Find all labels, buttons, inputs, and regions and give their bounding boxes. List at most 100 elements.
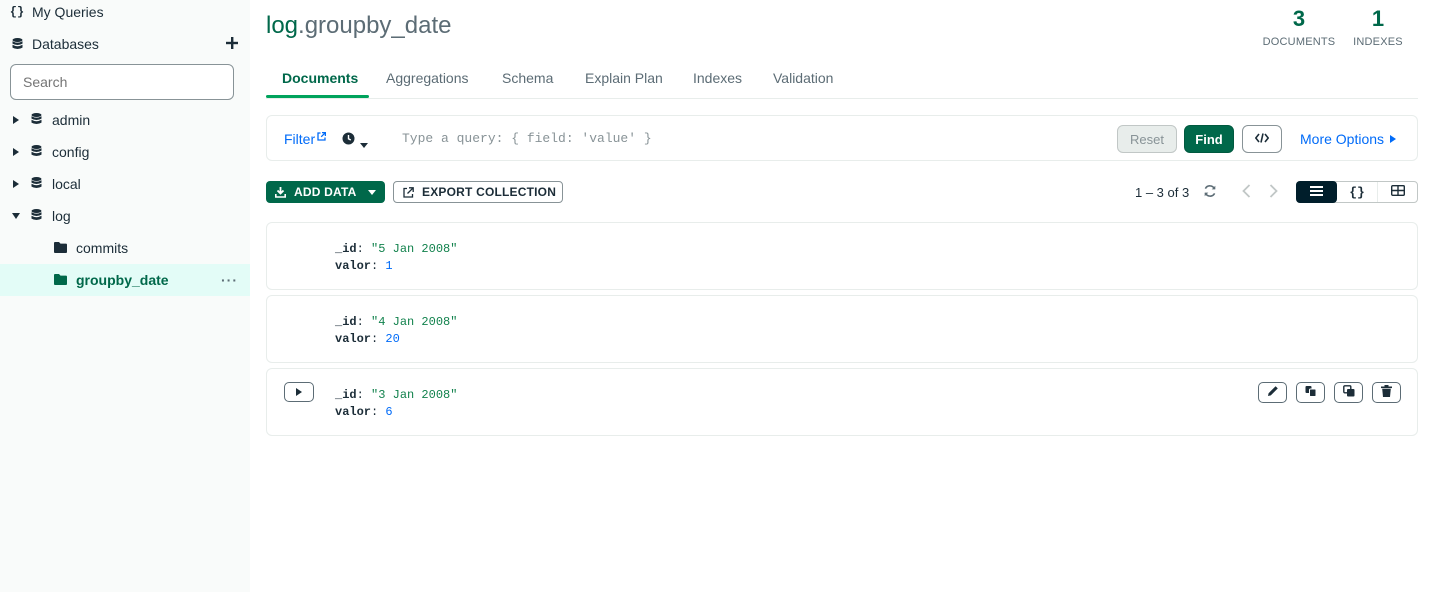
databases-header[interactable]: Databases <box>0 28 250 60</box>
document-actions <box>1258 382 1401 403</box>
code-view-button[interactable] <box>1242 125 1282 153</box>
document-id-value: "5 Jan 2008" <box>371 242 458 256</box>
refresh-icon[interactable] <box>1203 184 1217 203</box>
braces-icon: {} <box>1349 184 1365 200</box>
sidebar-item-local[interactable]: local <box>0 168 250 200</box>
sidebar-item-config[interactable]: config <box>0 136 250 168</box>
find-button[interactable]: Find <box>1184 125 1234 153</box>
pencil-icon <box>1267 384 1279 402</box>
folder-icon <box>54 240 67 256</box>
document-valor-value: 20 <box>385 332 400 346</box>
clone-document-button[interactable] <box>1334 382 1363 403</box>
external-link-icon[interactable] <box>317 128 327 146</box>
indexes-stat: 1 INDEXES <box>1352 6 1404 48</box>
tab-documents[interactable]: Documents <box>282 70 358 86</box>
add-data-label: ADD DATA <box>294 185 357 199</box>
document-field-id: _id: "5 Jan 2008" <box>335 242 458 256</box>
document-id-value: "4 Jan 2008" <box>371 315 458 329</box>
chevron-right-icon[interactable] <box>1269 184 1278 203</box>
copy-document-button[interactable] <box>1296 382 1325 403</box>
table-view-button[interactable] <box>1378 182 1418 202</box>
tab-explain-plan[interactable]: Explain Plan <box>585 70 663 86</box>
document-card[interactable]: _id: "5 Jan 2008" valor: 1 <box>266 222 1418 290</box>
caret-right-icon[interactable] <box>12 148 20 156</box>
tab-aggregations[interactable]: Aggregations <box>386 70 469 86</box>
history-clock-icon[interactable] <box>342 132 355 150</box>
filter-link[interactable]: Filter <box>284 131 315 147</box>
sidebar-item-log[interactable]: log <box>0 200 250 232</box>
my-queries-label: My Queries <box>32 4 104 20</box>
caret-down-icon <box>368 189 377 195</box>
export-icon <box>403 186 414 198</box>
more-actions-icon[interactable]: ··· <box>221 272 238 288</box>
download-icon <box>275 186 286 198</box>
caret-right-icon <box>1390 135 1397 143</box>
collection-tabs: Documents Aggregations Schema Explain Pl… <box>266 60 1418 99</box>
copy-icon <box>1305 384 1317 402</box>
documents-toolbar: ADD DATA EXPORT COLLECTION 1 – 3 of 3 {} <box>266 181 1418 203</box>
list-view-button[interactable] <box>1296 181 1337 203</box>
database-icon <box>31 176 42 192</box>
documents-caption: DOCUMENTS <box>1262 36 1336 48</box>
sidebar-item-label: groupby_date <box>76 272 169 288</box>
reset-button[interactable]: Reset <box>1117 125 1177 153</box>
sidebar-item-label: config <box>52 144 90 160</box>
compass-window: {} My Queries Databases admin config <box>0 0 1434 592</box>
caret-right-icon[interactable] <box>12 180 20 188</box>
sidebar-search-input[interactable] <box>10 64 234 100</box>
indexes-count: 1 <box>1371 6 1385 31</box>
clone-icon <box>1342 384 1355 402</box>
document-card[interactable]: _id: "4 Jan 2008" valor: 20 <box>266 295 1418 363</box>
pagination-text: 1 – 3 of 3 <box>1135 185 1190 200</box>
database-icon <box>10 38 24 50</box>
document-field-valor: valor: 20 <box>335 332 400 346</box>
databases-label: Databases <box>32 36 99 52</box>
query-input[interactable]: Type a query: { field: 'value' } <box>402 131 652 146</box>
main-panel: log.groupby_date 3 DOCUMENTS 1 INDEXES D… <box>266 0 1418 592</box>
documents-stat: 3 DOCUMENTS <box>1262 6 1336 48</box>
plus-icon[interactable] <box>226 36 240 50</box>
edit-document-button[interactable] <box>1258 382 1287 403</box>
document-valor-value: 6 <box>385 405 393 419</box>
add-data-button[interactable]: ADD DATA <box>266 181 385 203</box>
trash-icon <box>1381 384 1392 402</box>
chevron-left-icon[interactable] <box>1242 184 1251 203</box>
braces-icon: {} <box>9 5 25 19</box>
export-collection-button[interactable]: EXPORT COLLECTION <box>393 181 563 203</box>
document-field-valor: valor: 1 <box>335 259 393 273</box>
sidebar-item-label: commits <box>76 240 129 256</box>
database-icon <box>31 112 42 128</box>
collection-name: .groupby_date <box>298 12 452 39</box>
export-collection-label: EXPORT COLLECTION <box>422 185 557 199</box>
sidebar-item-commits[interactable]: commits <box>0 232 250 264</box>
document-field-id: _id: "4 Jan 2008" <box>335 315 458 329</box>
expand-document-button[interactable] <box>284 382 314 402</box>
db-name: log <box>266 12 299 39</box>
sidebar-item-groupby-date[interactable]: groupby_date ··· <box>0 264 250 296</box>
view-toggle-group: {} <box>1296 181 1418 203</box>
json-view-button[interactable]: {} <box>1337 182 1378 202</box>
tab-validation[interactable]: Validation <box>773 70 833 86</box>
my-queries-item[interactable]: {} My Queries <box>0 0 250 28</box>
chevron-down-icon[interactable] <box>360 135 368 153</box>
list-icon <box>1310 183 1323 201</box>
more-options-label: More Options <box>1300 131 1385 147</box>
document-field-id: _id: "3 Jan 2008" <box>335 388 458 402</box>
document-id-value: "3 Jan 2008" <box>371 388 458 402</box>
indexes-caption: INDEXES <box>1353 36 1403 48</box>
caret-right-icon[interactable] <box>12 116 20 124</box>
documents-count: 3 <box>1292 6 1306 31</box>
document-valor-value: 1 <box>385 259 393 273</box>
folder-icon <box>54 272 67 288</box>
caret-down-icon[interactable] <box>12 212 20 220</box>
document-card[interactable]: _id: "3 Jan 2008" valor: 6 <box>266 368 1418 436</box>
delete-document-button[interactable] <box>1372 382 1401 403</box>
tab-schema[interactable]: Schema <box>502 70 553 86</box>
tab-indexes[interactable]: Indexes <box>693 70 742 86</box>
sidebar-item-admin[interactable]: admin <box>0 104 250 136</box>
caret-right-icon <box>296 383 302 401</box>
sidebar-item-label: local <box>52 176 81 192</box>
sidebar-item-label: admin <box>52 112 91 128</box>
more-options-link[interactable]: More Options <box>1300 131 1397 147</box>
table-icon <box>1390 183 1406 201</box>
